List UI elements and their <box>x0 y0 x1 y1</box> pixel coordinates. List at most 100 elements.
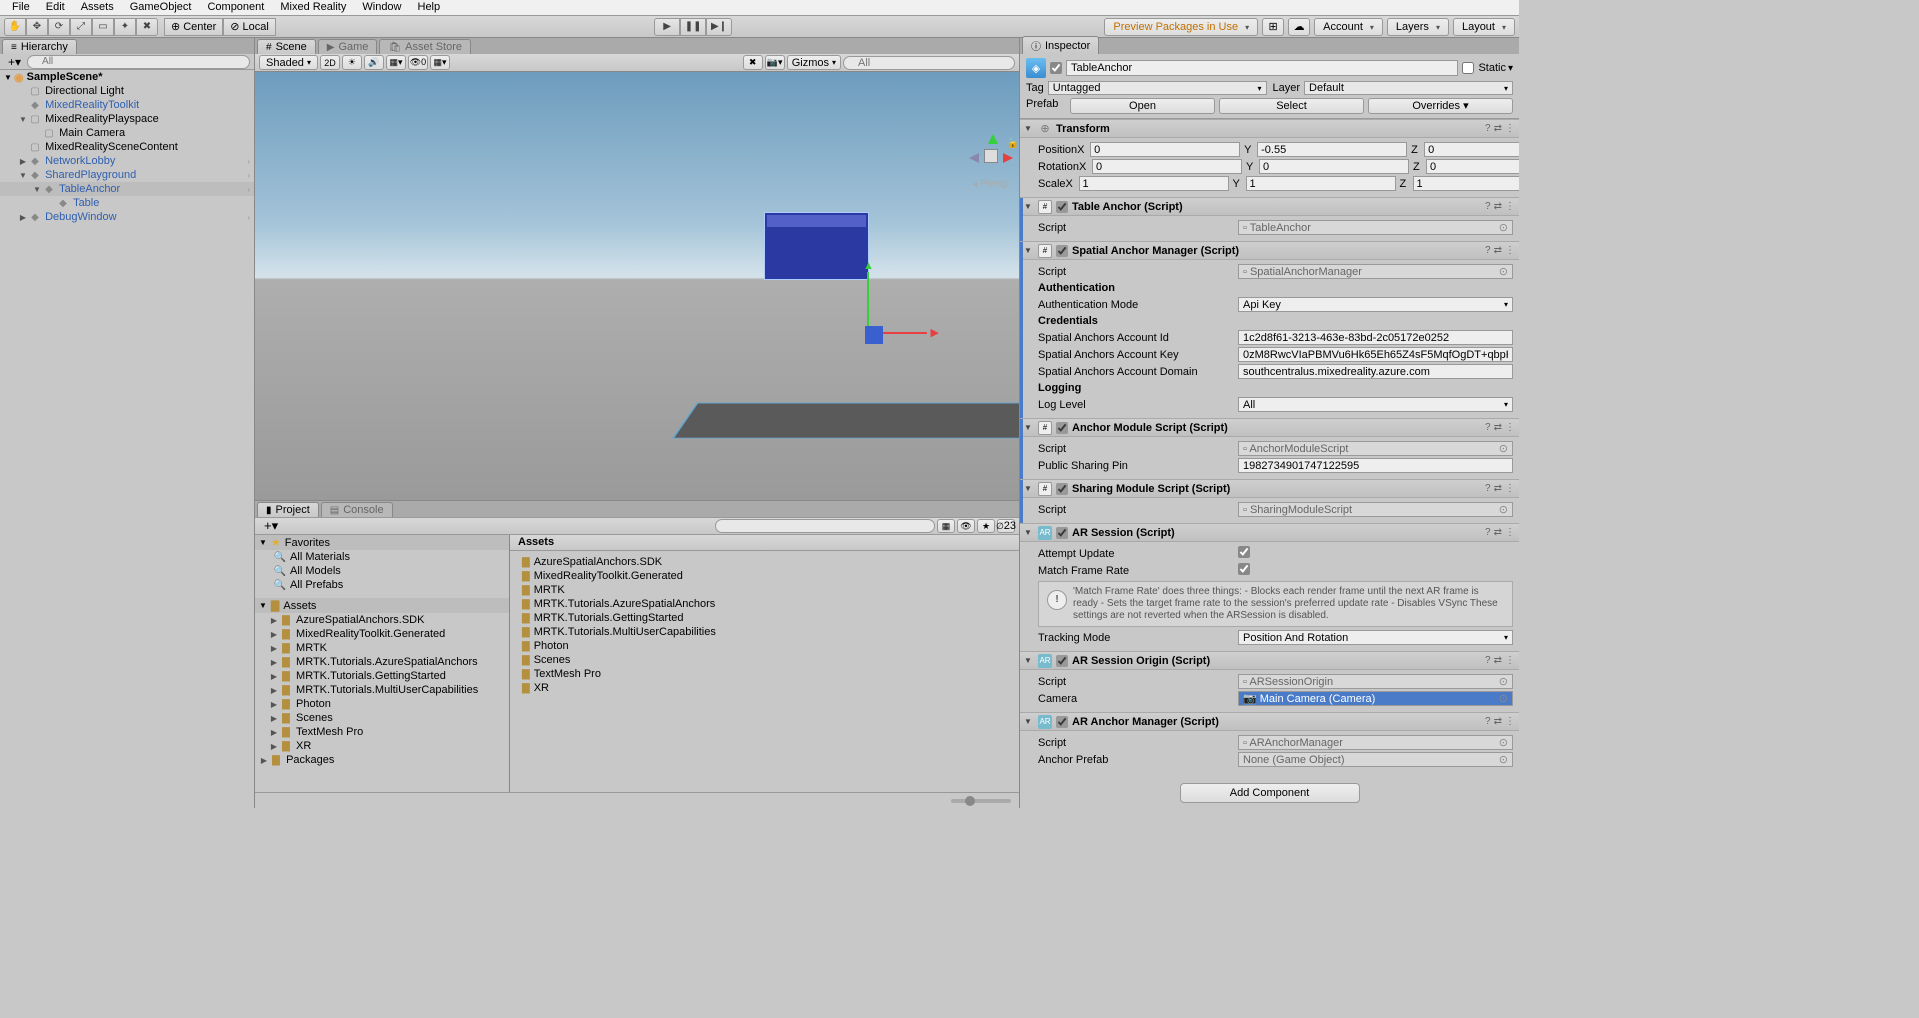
help-icon[interactable]: ? <box>1485 201 1491 212</box>
gameobject-active-checkbox[interactable] <box>1050 62 1062 74</box>
table-anchor-script-field[interactable]: ▫ TableAnchor⊙ <box>1238 220 1513 235</box>
hierarchy-row[interactable]: ▶◆ NetworkLobby› <box>0 154 254 168</box>
fx-toggle[interactable]: ▦▾ <box>386 55 406 70</box>
pivot-local-button[interactable]: ⊘Local <box>223 18 276 36</box>
project-tree[interactable]: ▼★Favorites 🔍 All Materials🔍 All Models🔍… <box>255 535 510 792</box>
hierarchy-row[interactable]: ▢ Main Camera <box>0 126 254 140</box>
ar-origin-enabled-checkbox[interactable] <box>1056 655 1068 667</box>
attempt-update-checkbox[interactable] <box>1238 546 1250 558</box>
project-file[interactable]: ▇MixedRealityToolkit.Generated <box>514 569 1015 583</box>
scene-view[interactable]: 🔓 ◂ Persp <box>255 72 1019 500</box>
sharing-pin-input[interactable] <box>1238 458 1513 473</box>
menu-icon[interactable]: ⋮ <box>1505 716 1515 727</box>
account-key-input[interactable] <box>1238 347 1513 362</box>
rotate-tool-button[interactable]: ⟳ <box>48 18 70 36</box>
gizmo-cone-z[interactable] <box>969 153 979 163</box>
gizmo-cone-x[interactable] <box>1003 153 1013 163</box>
layers-dropdown[interactable]: Layers <box>1387 18 1449 36</box>
spatial-manager-enabled-checkbox[interactable] <box>1056 245 1068 257</box>
sharing-module-header[interactable]: ▼#Sharing Module Script (Script)?⇄⋮ <box>1020 480 1519 498</box>
project-file[interactable]: ▇MRTK.Tutorials.GettingStarted <box>514 611 1015 625</box>
project-folder[interactable]: ▶▇ AzureSpatialAnchors.SDK <box>255 613 509 627</box>
prefab-open-button[interactable]: Open <box>1070 98 1215 114</box>
hierarchy-row[interactable]: ▼◆ TableAnchor› <box>0 182 254 196</box>
account-dropdown[interactable]: Account <box>1314 18 1383 36</box>
hierarchy-row[interactable]: ▢ MixedRealitySceneContent <box>0 140 254 154</box>
collab-icon-button[interactable]: ⊞ <box>1262 18 1284 36</box>
hierarchy-row[interactable]: ◆ MixedRealityToolkit <box>0 98 254 112</box>
menu-icon[interactable]: ⋮ <box>1505 245 1515 256</box>
move-tool-button[interactable]: ✥ <box>26 18 48 36</box>
help-icon[interactable]: ? <box>1485 655 1491 666</box>
menu-help[interactable]: Help <box>410 0 449 15</box>
thumbnail-size-slider[interactable] <box>951 799 1011 803</box>
spatial-manager-header[interactable]: ▼#Spatial Anchor Manager (Script)?⇄⋮ <box>1020 242 1519 260</box>
project-star-icon[interactable]: ★ <box>977 519 995 533</box>
scale-y-input[interactable] <box>1246 176 1396 191</box>
static-checkbox[interactable] <box>1462 62 1474 74</box>
game-tab[interactable]: ▶Game <box>318 39 378 54</box>
tracking-mode-dropdown[interactable]: Position And Rotation▾ <box>1238 630 1513 645</box>
rotation-x-input[interactable] <box>1092 159 1242 174</box>
hand-tool-button[interactable]: ✋ <box>4 18 26 36</box>
preset-icon[interactable]: ⇄ <box>1494 422 1502 433</box>
menu-component[interactable]: Component <box>199 0 272 15</box>
hierarchy-row[interactable]: ▼▢ MixedRealityPlayspace <box>0 112 254 126</box>
orientation-gizmo[interactable]: 🔓 ◂ Persp <box>972 142 1009 190</box>
help-icon[interactable]: ? <box>1485 123 1491 134</box>
position-x-input[interactable] <box>1090 142 1240 157</box>
packages-folder[interactable]: ▶▇ Packages <box>255 753 509 767</box>
menu-icon[interactable]: ⋮ <box>1505 655 1515 666</box>
static-label[interactable]: Static▾ <box>1478 62 1513 74</box>
prefab-overrides-button[interactable]: Overrides ▾ <box>1368 98 1513 114</box>
hierarchy-row[interactable]: ◆ Table <box>0 196 254 210</box>
menu-icon[interactable]: ⋮ <box>1505 422 1515 433</box>
project-file[interactable]: ▇XR <box>514 681 1015 695</box>
project-folder[interactable]: ▶▇ MixedRealityToolkit.Generated <box>255 627 509 641</box>
ar-origin-script-field[interactable]: ▫ ARSessionOrigin⊙ <box>1238 674 1513 689</box>
layer-dropdown[interactable]: Default▾ <box>1304 81 1513 95</box>
sharing-module-script-field[interactable]: ▫ SharingModuleScript⊙ <box>1238 502 1513 517</box>
gizmo-z-axis[interactable] <box>865 326 883 344</box>
project-folder[interactable]: ▶▇ MRTK.Tutorials.GettingStarted <box>255 669 509 683</box>
help-icon[interactable]: ? <box>1485 716 1491 727</box>
hierarchy-row[interactable]: ▢ Directional Light <box>0 84 254 98</box>
rect-tool-button[interactable]: ▭ <box>92 18 114 36</box>
cloud-icon-button[interactable]: ☁ <box>1288 18 1310 36</box>
project-filter-icon[interactable]: ▦ <box>937 519 955 533</box>
layout-dropdown[interactable]: Layout <box>1453 18 1515 36</box>
position-z-input[interactable] <box>1424 142 1519 157</box>
project-hidden-count[interactable]: ∅23 <box>997 519 1015 533</box>
anchor-module-header[interactable]: ▼#Anchor Module Script (Script)?⇄⋮ <box>1020 419 1519 437</box>
project-folder[interactable]: ▶▇ MRTK <box>255 641 509 655</box>
hierarchy-scene-row[interactable]: ▼◉ SampleScene* <box>0 70 254 84</box>
project-file[interactable]: ▇Scenes <box>514 653 1015 667</box>
2d-toggle[interactable]: 2D <box>320 55 340 70</box>
favorite-item[interactable]: 🔍 All Prefabs <box>255 578 509 592</box>
tools-icon[interactable]: ✖ <box>743 55 763 70</box>
preset-icon[interactable]: ⇄ <box>1494 483 1502 494</box>
favorite-item[interactable]: 🔍 All Materials <box>255 550 509 564</box>
pivot-center-button[interactable]: ⊕Center <box>164 18 223 36</box>
add-component-button[interactable]: Add Component <box>1180 783 1360 803</box>
favorites-header[interactable]: ▼★Favorites <box>255 535 509 550</box>
scale-tool-button[interactable]: ⤢ <box>70 18 92 36</box>
hierarchy-body[interactable]: ▼◉ SampleScene* ▢ Directional Light◆ Mix… <box>0 70 254 808</box>
ar-origin-header[interactable]: ▼ARAR Session Origin (Script)?⇄⋮ <box>1020 652 1519 670</box>
console-tab[interactable]: ▤Console <box>321 502 393 517</box>
menu-file[interactable]: File <box>4 0 38 15</box>
match-frame-rate-checkbox[interactable] <box>1238 563 1250 575</box>
project-folder[interactable]: ▶▇ MRTK.Tutorials.AzureSpatialAnchors <box>255 655 509 669</box>
inspector-body[interactable]: ◈ Static▾ TagUntagged▾ LayerDefault▾ Pre… <box>1020 54 1519 808</box>
audio-toggle[interactable]: 🔊 <box>364 55 384 70</box>
menu-icon[interactable]: ⋮ <box>1505 201 1515 212</box>
auth-mode-dropdown[interactable]: Api Key▾ <box>1238 297 1513 312</box>
project-create-button[interactable]: +▾ <box>259 518 283 534</box>
inspector-tab[interactable]: ⓘInspector <box>1022 36 1099 54</box>
anchor-prefab-field[interactable]: None (Game Object)⊙ <box>1238 752 1513 767</box>
gameobject-name-input[interactable] <box>1066 60 1458 76</box>
sharing-module-enabled-checkbox[interactable] <box>1056 483 1068 495</box>
step-button[interactable]: ▶❙ <box>706 18 732 36</box>
menu-window[interactable]: Window <box>354 0 409 15</box>
pause-button[interactable]: ❚❚ <box>680 18 706 36</box>
